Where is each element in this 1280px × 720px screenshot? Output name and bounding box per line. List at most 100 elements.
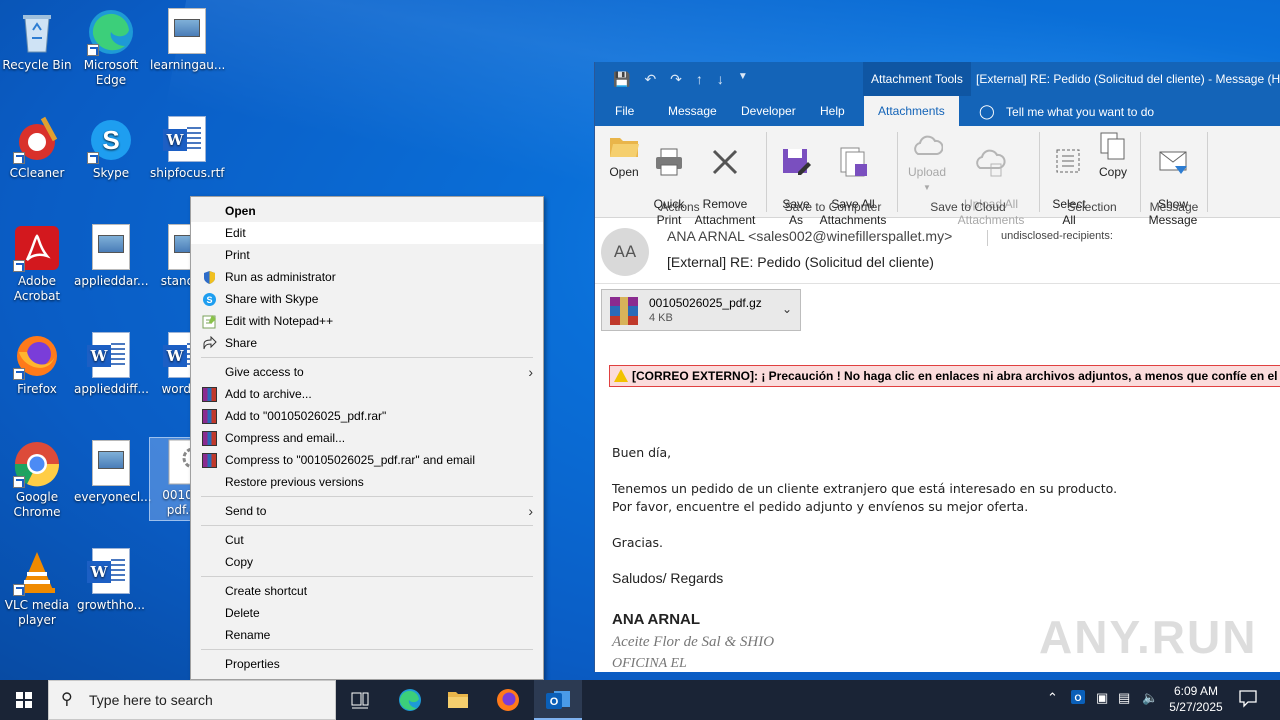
taskbar-search-box[interactable]: ⚲ Type here to search bbox=[48, 680, 336, 720]
folder-open-icon bbox=[608, 130, 640, 162]
taskbar-outlook[interactable]: O bbox=[534, 680, 582, 720]
task-view-button[interactable] bbox=[336, 680, 384, 720]
menu-item-edit[interactable]: Edit bbox=[191, 222, 543, 244]
notepadpp-icon bbox=[202, 314, 217, 329]
network-meeting-icon[interactable]: ▣ bbox=[1096, 690, 1108, 706]
desktop-icon-growthho[interactable]: W growthho... bbox=[74, 548, 148, 613]
menu-item-print[interactable]: Print bbox=[191, 244, 543, 266]
search-icon: ⚲ bbox=[61, 691, 73, 708]
menu-item-give-access[interactable]: Give access to › bbox=[191, 361, 543, 383]
tab-message[interactable]: Message bbox=[668, 96, 717, 126]
word-document-icon: W bbox=[87, 332, 135, 380]
group-actions-label: Actions bbox=[660, 200, 700, 214]
group-save-cloud-label: Save to Cloud bbox=[930, 200, 1006, 214]
acrobat-icon bbox=[13, 224, 61, 272]
desktop-icon-ccleaner[interactable]: CCleaner bbox=[0, 116, 74, 181]
menu-item-send-to[interactable]: Send to › bbox=[191, 500, 543, 522]
menu-item-delete[interactable]: Delete bbox=[191, 602, 543, 624]
desktop-icon-recycle-bin[interactable]: Recycle Bin bbox=[0, 8, 74, 73]
outlook-tray-icon[interactable]: O bbox=[1070, 688, 1088, 709]
save-icon[interactable]: 💾 bbox=[613, 71, 630, 88]
message-header: AA ANA ARNAL <sales002@winefillerspallet… bbox=[595, 218, 1280, 284]
desktop-icon-edge[interactable]: Microsoft Edge bbox=[74, 8, 148, 88]
tab-developer[interactable]: Developer bbox=[741, 96, 796, 126]
volume-icon[interactable]: 🔈 bbox=[1142, 690, 1158, 706]
open-attachment-button[interactable]: Open bbox=[605, 130, 643, 180]
network-icon[interactable]: ▤ bbox=[1118, 690, 1130, 706]
vlc-icon bbox=[13, 548, 61, 596]
menu-item-restore-versions[interactable]: Restore previous versions bbox=[191, 471, 543, 493]
show-hidden-icons-chevron[interactable]: ⌃ bbox=[1047, 690, 1058, 706]
up-arrow-icon[interactable]: ↑ bbox=[696, 71, 703, 88]
attachments-ribbon: Open Quick Print Remove Attachment Save … bbox=[595, 126, 1280, 227]
tab-attachments[interactable]: Attachments bbox=[864, 96, 959, 126]
notifications-icon[interactable] bbox=[1238, 688, 1258, 711]
menu-item-compress-rar-email[interactable]: Compress to "00105026025_pdf.rar" and em… bbox=[191, 449, 543, 471]
tab-file[interactable]: File bbox=[615, 96, 634, 126]
menu-item-open[interactable]: Open bbox=[191, 200, 543, 222]
menu-item-properties[interactable]: Properties bbox=[191, 653, 543, 675]
desktop-icon-applieddar[interactable]: applieddar... bbox=[74, 224, 149, 289]
desktop-icon-chrome[interactable]: Google Chrome bbox=[0, 440, 74, 520]
customize-qat-icon[interactable]: ▼ bbox=[738, 71, 748, 88]
attachment-chip[interactable]: 00105026025_pdf.gz 4 KB ⌄ bbox=[601, 289, 801, 331]
image-file-icon bbox=[87, 224, 135, 272]
desktop-icon-everyonecl[interactable]: everyonecl... bbox=[74, 440, 152, 505]
menu-item-add-archive[interactable]: Add to archive... bbox=[191, 383, 543, 405]
desktop-icon-learningau[interactable]: learningau... bbox=[150, 8, 225, 73]
recipients[interactable]: undisclosed-recipients: bbox=[987, 230, 1113, 246]
winrar-icon bbox=[202, 387, 217, 402]
start-button[interactable] bbox=[0, 680, 48, 720]
menu-item-edit-notepadpp[interactable]: Edit with Notepad++ bbox=[191, 310, 543, 332]
desktop-icon-firefox[interactable]: Firefox bbox=[0, 332, 74, 397]
taskbar-edge[interactable] bbox=[386, 680, 434, 720]
desktop-icon-skype[interactable]: S Skype bbox=[74, 116, 148, 181]
printer-icon bbox=[653, 146, 685, 178]
folder-icon bbox=[448, 692, 468, 708]
copy-button[interactable]: Copy bbox=[1093, 130, 1133, 180]
tell-me-box[interactable]: ◯ Tell me what you want to do bbox=[979, 96, 1154, 127]
outlook-message-window: 💾 ↶ ↷ ↑ ↓ ▼ Attachment Tools [External] … bbox=[594, 62, 1280, 672]
group-save-computer-label: Save to Computer bbox=[784, 200, 882, 214]
desktop-icon-applieddiff[interactable]: W applieddiff... bbox=[74, 332, 149, 397]
message-body: Buen día, Tenemos un pedido de un client… bbox=[612, 445, 1118, 550]
menu-item-copy[interactable]: Copy bbox=[191, 551, 543, 573]
skype-icon: S bbox=[87, 116, 135, 164]
word-document-icon: W bbox=[163, 116, 211, 164]
system-clock[interactable]: 6:09 AM 5/27/2025 bbox=[1160, 683, 1232, 715]
upload-button[interactable]: Upload ▼ bbox=[905, 130, 949, 196]
x-remove-icon bbox=[709, 146, 741, 178]
desktop-icon-acrobat[interactable]: Adobe Acrobat bbox=[0, 224, 74, 304]
share-icon bbox=[202, 335, 217, 351]
menu-item-add-rar[interactable]: Add to "00105026025_pdf.rar" bbox=[191, 405, 543, 427]
uac-shield-icon bbox=[202, 270, 217, 285]
taskbar-firefox[interactable] bbox=[484, 680, 532, 720]
tab-help[interactable]: Help bbox=[820, 96, 845, 126]
task-view-icon bbox=[351, 692, 369, 709]
window-title: [External] RE: Pedido (Solicitud del cli… bbox=[976, 72, 1280, 86]
desktop-icon-shipfocus[interactable]: W shipfocus.rtf bbox=[150, 116, 225, 181]
anyrun-watermark: ANY.RUN bbox=[1039, 611, 1258, 663]
sender-address[interactable]: ANA ARNAL <sales002@winefillerspallet.my… bbox=[667, 228, 952, 244]
desktop-icon-vlc[interactable]: VLC media player bbox=[0, 548, 74, 628]
redo-icon[interactable]: ↷ bbox=[670, 71, 682, 88]
quick-access-toolbar: 💾 ↶ ↷ ↑ ↓ ▼ bbox=[613, 71, 748, 88]
undo-icon[interactable]: ↶ bbox=[644, 71, 656, 88]
menu-item-share[interactable]: Share bbox=[191, 332, 543, 354]
menu-item-cut[interactable]: Cut bbox=[191, 529, 543, 551]
chevron-down-icon[interactable]: ⌄ bbox=[782, 302, 792, 316]
save-all-icon bbox=[837, 146, 869, 178]
menu-item-rename[interactable]: Rename bbox=[191, 624, 543, 646]
menu-item-run-as-admin[interactable]: Run as administrator bbox=[191, 266, 543, 288]
menu-item-share-skype[interactable]: S Share with Skype bbox=[191, 288, 543, 310]
message-subject: [External] RE: Pedido (Solicitud del cli… bbox=[667, 254, 934, 270]
sender-avatar[interactable]: AA bbox=[601, 228, 649, 276]
menu-item-compress-email[interactable]: Compress and email... bbox=[191, 427, 543, 449]
taskbar-file-explorer[interactable] bbox=[434, 680, 482, 720]
taskbar: ⚲ Type here to search O ⌃ O ▣ ▤ 🔈 6:09 A… bbox=[0, 680, 1280, 720]
attachment-size: 4 KB bbox=[649, 312, 673, 324]
menu-item-create-shortcut[interactable]: Create shortcut bbox=[191, 580, 543, 602]
down-arrow-icon[interactable]: ↓ bbox=[717, 71, 724, 88]
winrar-icon bbox=[202, 431, 217, 446]
edge-icon bbox=[87, 8, 135, 56]
